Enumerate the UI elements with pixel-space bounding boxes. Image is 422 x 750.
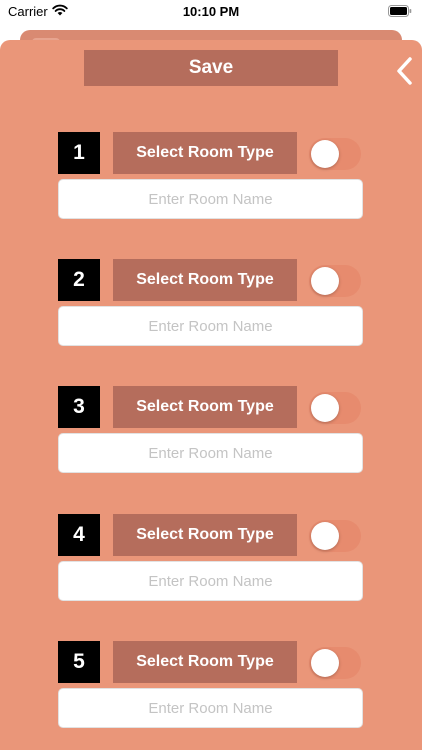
room-name-input[interactable] — [58, 433, 363, 473]
toggle-knob — [311, 267, 339, 295]
select-room-type-button[interactable]: Select Room Type — [113, 641, 297, 683]
room-number-badge: 1 — [58, 132, 100, 174]
room-toggle[interactable] — [309, 265, 361, 297]
room-toggle[interactable] — [309, 392, 361, 424]
room-row-2: 2 Select Room Type — [0, 259, 422, 349]
toggle-knob — [311, 394, 339, 422]
battery-icon — [388, 5, 412, 17]
select-room-type-button[interactable]: Select Room Type — [113, 514, 297, 556]
room-row-1: 1 Select Room Type — [0, 132, 422, 222]
rooms-sheet: Save 1 Select Room Type 2 Select Room Ty… — [0, 40, 422, 750]
room-number-badge: 3 — [58, 386, 100, 428]
room-row-5: 5 Select Room Type — [0, 641, 422, 731]
room-number-badge: 5 — [58, 641, 100, 683]
toggle-knob — [311, 649, 339, 677]
chevron-left-icon — [397, 57, 412, 85]
select-room-type-button[interactable]: Select Room Type — [113, 132, 297, 174]
toggle-knob — [311, 140, 339, 168]
room-toggle[interactable] — [309, 647, 361, 679]
status-bar: Carrier 10:10 PM — [0, 0, 422, 24]
select-room-type-button[interactable]: Select Room Type — [113, 386, 297, 428]
back-button[interactable] — [392, 54, 418, 88]
room-number-badge: 2 — [58, 259, 100, 301]
room-name-input[interactable] — [58, 179, 363, 219]
save-button[interactable]: Save — [84, 50, 338, 86]
room-name-input[interactable] — [58, 561, 363, 601]
room-toggle[interactable] — [309, 138, 361, 170]
status-time: 10:10 PM — [182, 4, 240, 19]
room-row-4: 4 Select Room Type — [0, 514, 422, 604]
room-number-badge: 4 — [58, 514, 100, 556]
select-room-type-button[interactable]: Select Room Type — [113, 259, 297, 301]
room-toggle[interactable] — [309, 520, 361, 552]
room-name-input[interactable] — [58, 306, 363, 346]
room-row-3: 3 Select Room Type — [0, 386, 422, 476]
toggle-knob — [311, 522, 339, 550]
room-name-input[interactable] — [58, 688, 363, 728]
